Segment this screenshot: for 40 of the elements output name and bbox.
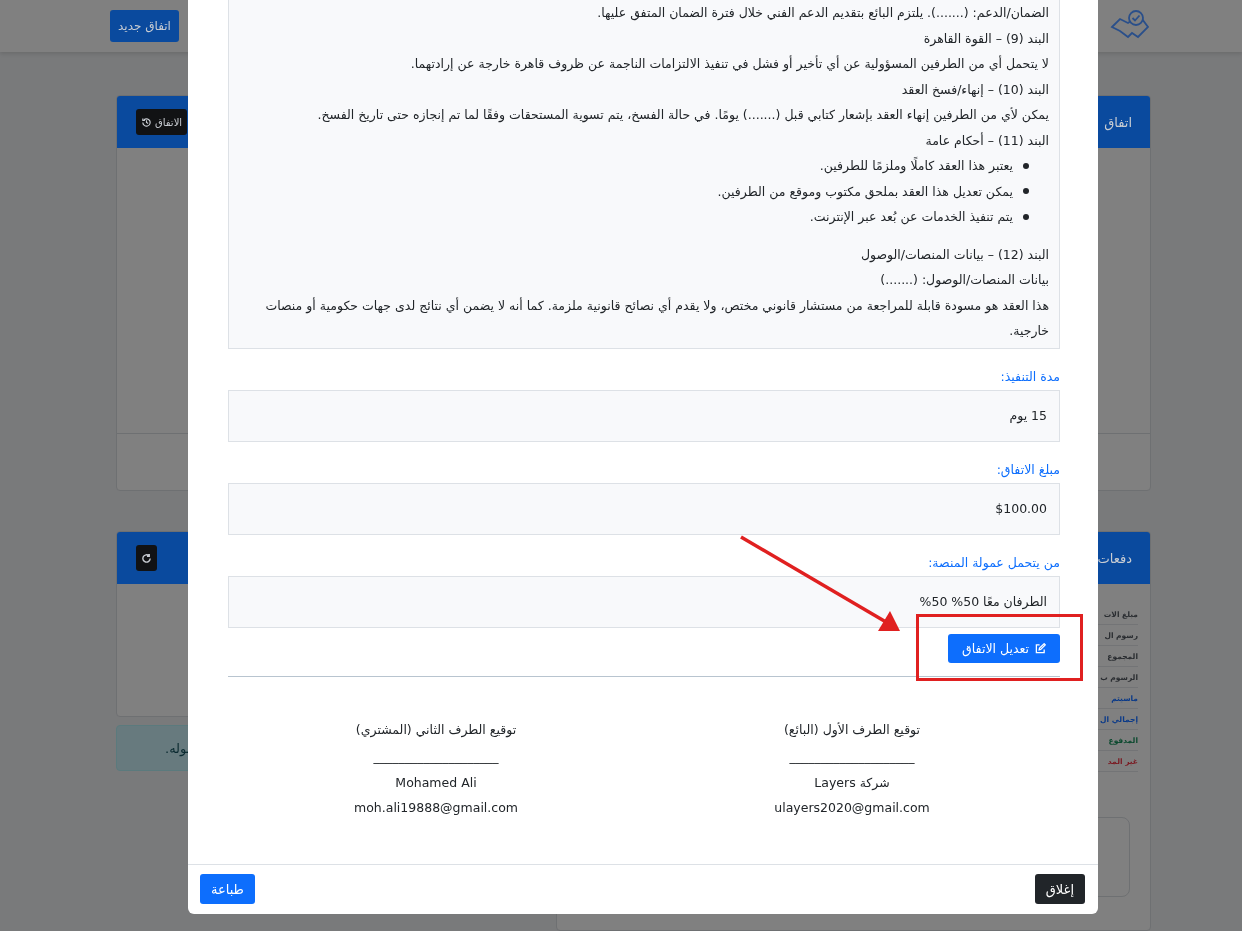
- signature-title: توقيع الطرف الأول (البائع): [783, 720, 921, 740]
- contract-paragraph: الضمان/الدعم: (.......). يلتزم البائع بتقديم الدعم الفني خلال فترة الضمان المتفق عليها.: [596, 4, 1049, 23]
- field-label: مبلغ الاتفاق:: [996, 461, 1060, 477]
- new-agreement-button[interactable]: اتفاق جديد: [110, 10, 179, 42]
- signature-line: ____________________: [373, 748, 499, 766]
- refresh-button[interactable]: [136, 545, 157, 571]
- signatory-name: Mohamed Ali: [395, 773, 477, 792]
- contract-paragraph: البند (11) – أحكام عامة: [924, 131, 1049, 150]
- contract-paragraph: لا يتحمل أي من الطرفين المسؤولية عن أي تأخير أو فشل في تنفيذ الالتزامات الناجمة عن ظروف قاهرة خارجة عن إرادتهما.: [409, 54, 1049, 74]
- history-icon: [141, 116, 152, 128]
- contract-paragraph: البند (12) – بيانات المنصات/الوصول: [859, 245, 1049, 265]
- signatory-email: moh.ali19888@gmail.com: [354, 799, 518, 817]
- contract-paragraph: البند (10) – إنهاء/فسخ العقد: [900, 80, 1049, 99]
- contract-paragraph: بيانات المنصات/الوصول: (.......): [879, 271, 1049, 290]
- bullet-icon: [1023, 162, 1029, 169]
- readonly-field: $100.00: [228, 482, 1060, 535]
- signature-title: توقيع الطرف الثاني (المشتري): [355, 720, 517, 740]
- field-label: مدة التنفيذ:: [1000, 368, 1060, 384]
- contract-list-item: يتم تنفيذ الخدمات عن بُعد عبر الإنترنت.: [809, 208, 1013, 227]
- signatory-email: ulayers2020@gmail.com: [774, 799, 930, 817]
- history-button[interactable]: الاتفاق: [136, 109, 188, 135]
- close-button[interactable]: إغلاق: [1034, 874, 1085, 905]
- card-title: دفعات: [1097, 550, 1132, 566]
- refresh-icon: [141, 552, 152, 564]
- bullet-icon: [1023, 213, 1029, 220]
- readonly-field: 15 يوم: [228, 389, 1060, 442]
- contract-paragraph: هذا العقد هو مسودة قابلة للمراجعة من مستشار قانوني مختص، ولا يقدم أي نصائح قانونية ملزمة. كما أنه لا يضمن أي نتائج لدى جهات حكومية أو منصات خارجية.: [264, 296, 1049, 341]
- signatory-name: شركة Layers: [814, 773, 890, 792]
- contract-paragraph: يمكن لأي من الطرفين إنهاء العقد بإشعار كتابي قبل (.......) يومًا. في حالة الفسخ، يتم تسوية المستحقات وفقًا لما تم إنجازه حتى تاريخ الفسخ.: [316, 106, 1049, 125]
- edit-agreement-button[interactable]: تعديل الاتفاق: [948, 633, 1060, 663]
- contract-paragraph: البند (9) – القوة القاهرة: [922, 29, 1049, 49]
- card-title: اتفاق: [1104, 114, 1132, 130]
- edit-icon: [1035, 642, 1046, 654]
- contract-list-item: يعتبر هذا العقد كاملًا وملزمًا للطرفين.: [819, 156, 1013, 176]
- bullet-icon: [1023, 188, 1029, 195]
- field-label: من يتحمل عمولة المنصة:: [928, 554, 1060, 570]
- contract-list-item: يمكن تعديل هذا العقد بملحق مكتوب وموقع من الطرفين.: [717, 182, 1013, 202]
- print-button[interactable]: طباعة: [200, 874, 255, 905]
- signature-line: ____________________: [789, 748, 915, 766]
- readonly-field: الطرفان معًا 50% 50%: [228, 575, 1060, 628]
